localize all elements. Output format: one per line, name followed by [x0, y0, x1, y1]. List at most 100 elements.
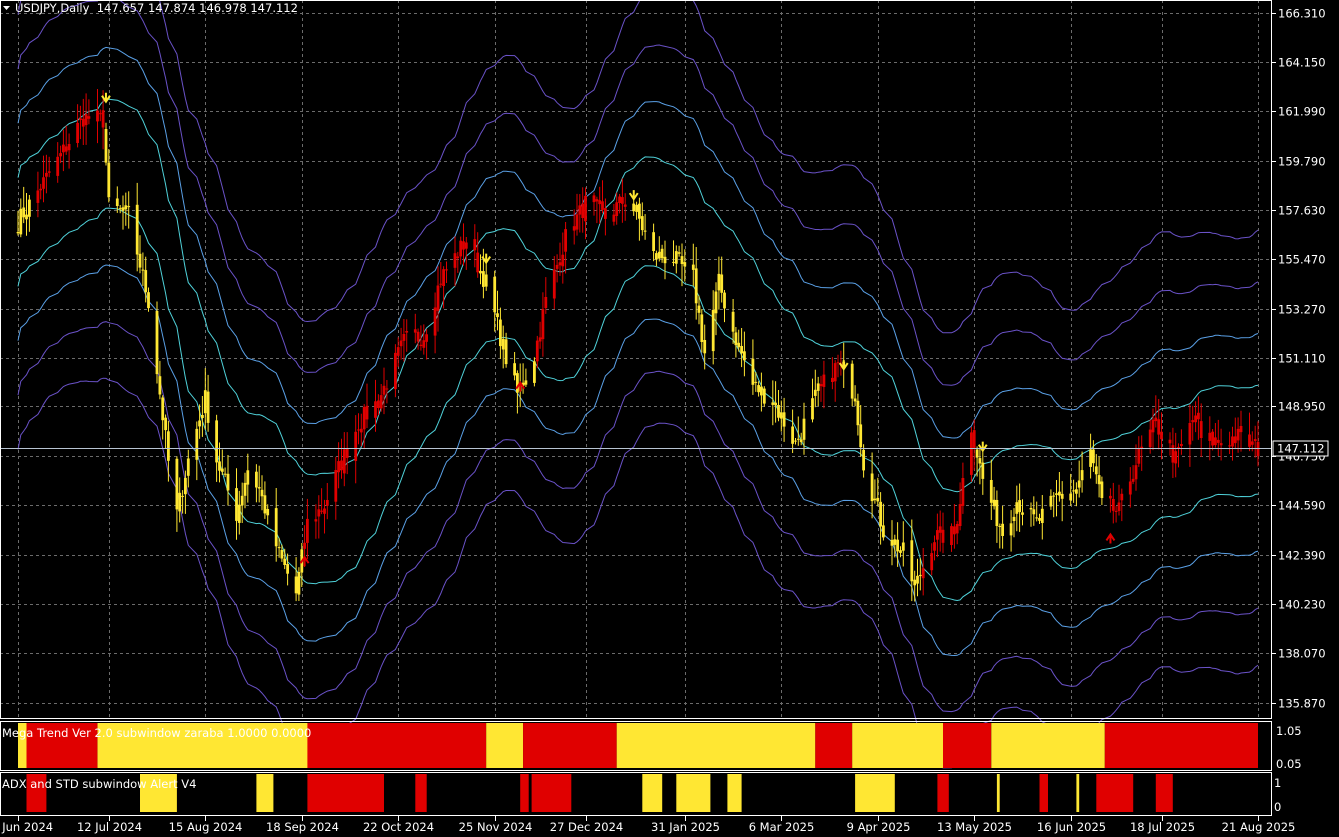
candle-body [141, 269, 145, 271]
candle-body [47, 171, 51, 173]
candle-body [592, 195, 596, 203]
candle-body [464, 242, 468, 249]
candle-body [1233, 436, 1237, 444]
candle-body [186, 458, 190, 476]
candle-body [672, 261, 675, 263]
candle-body [555, 264, 559, 269]
candle-body [237, 504, 241, 523]
candle-body [921, 568, 925, 579]
candle-body [147, 292, 150, 309]
candle-body [723, 292, 726, 309]
candle-body [581, 203, 585, 218]
indicator-segment-red [523, 723, 617, 768]
candle-body [516, 373, 519, 393]
candle-body [538, 337, 542, 342]
candle-body [456, 256, 460, 259]
candle-body [445, 269, 448, 271]
candle-body [657, 251, 661, 259]
candle-body [873, 498, 877, 501]
time-tick-label: 16 Jun 2025 [1037, 820, 1106, 834]
candle-body [260, 489, 264, 497]
candle-body [1009, 523, 1013, 536]
candle-body [436, 285, 440, 311]
candle-body [357, 429, 360, 431]
candle-body [19, 208, 23, 235]
candle-body [564, 229, 567, 252]
candle-body [1092, 449, 1095, 464]
candle-body [771, 402, 775, 405]
candle-body [101, 110, 105, 128]
candle-body [439, 283, 443, 285]
candle-body [879, 501, 882, 527]
candle-body [1239, 426, 1243, 433]
candle-body [777, 405, 780, 418]
candle-body [81, 118, 85, 127]
indicator-segment-red [937, 774, 949, 812]
candle-body [643, 230, 647, 232]
candle-body [482, 271, 485, 287]
candle-body [283, 558, 287, 565]
candle-body [1208, 432, 1212, 441]
subwindow1-title: Mega Trend Ver 2.0 subwindow zaraba 1.00… [2, 726, 311, 740]
time-tick-label: 21 Aug 2025 [1222, 820, 1296, 834]
grid-lines [0, 0, 1272, 718]
candle-body [1174, 451, 1178, 464]
candle-body [365, 405, 369, 420]
candle-body [734, 332, 738, 346]
candle-body [691, 264, 695, 270]
signal-arrow-down [628, 190, 639, 201]
candle-body [762, 388, 766, 404]
time-tick-label: 25 Nov 2024 [459, 820, 533, 834]
candle-body [425, 334, 428, 342]
candle-body [896, 539, 899, 552]
candle-body [325, 500, 329, 506]
subwindow2-title: ADX and STD subwindow Alert V4 [2, 777, 196, 791]
price-tick-label: 155.470 [1278, 253, 1326, 267]
candle-body [978, 458, 982, 464]
subwindow2-axis-top: 1 [1274, 776, 1281, 790]
indicator-segment-yellow [852, 723, 943, 768]
indicator-segment-red [943, 723, 992, 768]
candle-body [674, 251, 678, 264]
candle-body [473, 239, 477, 251]
candle-body [720, 274, 724, 293]
candle-body [323, 508, 326, 514]
price-tick-label: 159.790 [1278, 155, 1326, 169]
candle-body [1194, 415, 1197, 423]
candle-body [28, 199, 31, 217]
candle-body [382, 385, 386, 395]
time-tick-label: 18 Sep 2024 [266, 820, 339, 834]
candle-body [584, 195, 587, 222]
time-tick-label: 13 May 2025 [937, 820, 1012, 834]
candle-body [1171, 445, 1175, 463]
price-tick-label: 161.990 [1278, 105, 1326, 119]
pane-frames [0, 0, 1272, 816]
candle-body [195, 428, 199, 460]
price-tick-label: 164.150 [1278, 56, 1326, 70]
candle-body [833, 363, 837, 382]
collapse-triangle-icon[interactable] [3, 6, 10, 10]
candle-body [107, 162, 111, 198]
candle-body [796, 438, 800, 440]
candle-body [1228, 445, 1231, 447]
candle-body [513, 363, 516, 376]
price-tick-label: 135.870 [1278, 697, 1326, 711]
candle-body [158, 376, 162, 395]
candle-body [791, 426, 794, 444]
candle-body [938, 526, 942, 533]
candle-body [578, 205, 582, 215]
candle-body [96, 110, 99, 122]
candle-body [998, 526, 1002, 527]
candle-body [757, 385, 760, 393]
candle-body [280, 550, 284, 559]
candle-body [320, 510, 323, 512]
candle-body [1117, 502, 1121, 511]
candle-body [663, 256, 667, 264]
candle-body [178, 492, 182, 512]
candle-body [127, 206, 131, 208]
price-tick-label: 138.070 [1278, 647, 1326, 661]
candle-body [385, 388, 389, 390]
symbol-info: USDJPY,Daily 147.657 147.874 146.978 147… [15, 1, 298, 15]
indicator-segment-red [531, 774, 572, 812]
candle-body [87, 116, 91, 119]
